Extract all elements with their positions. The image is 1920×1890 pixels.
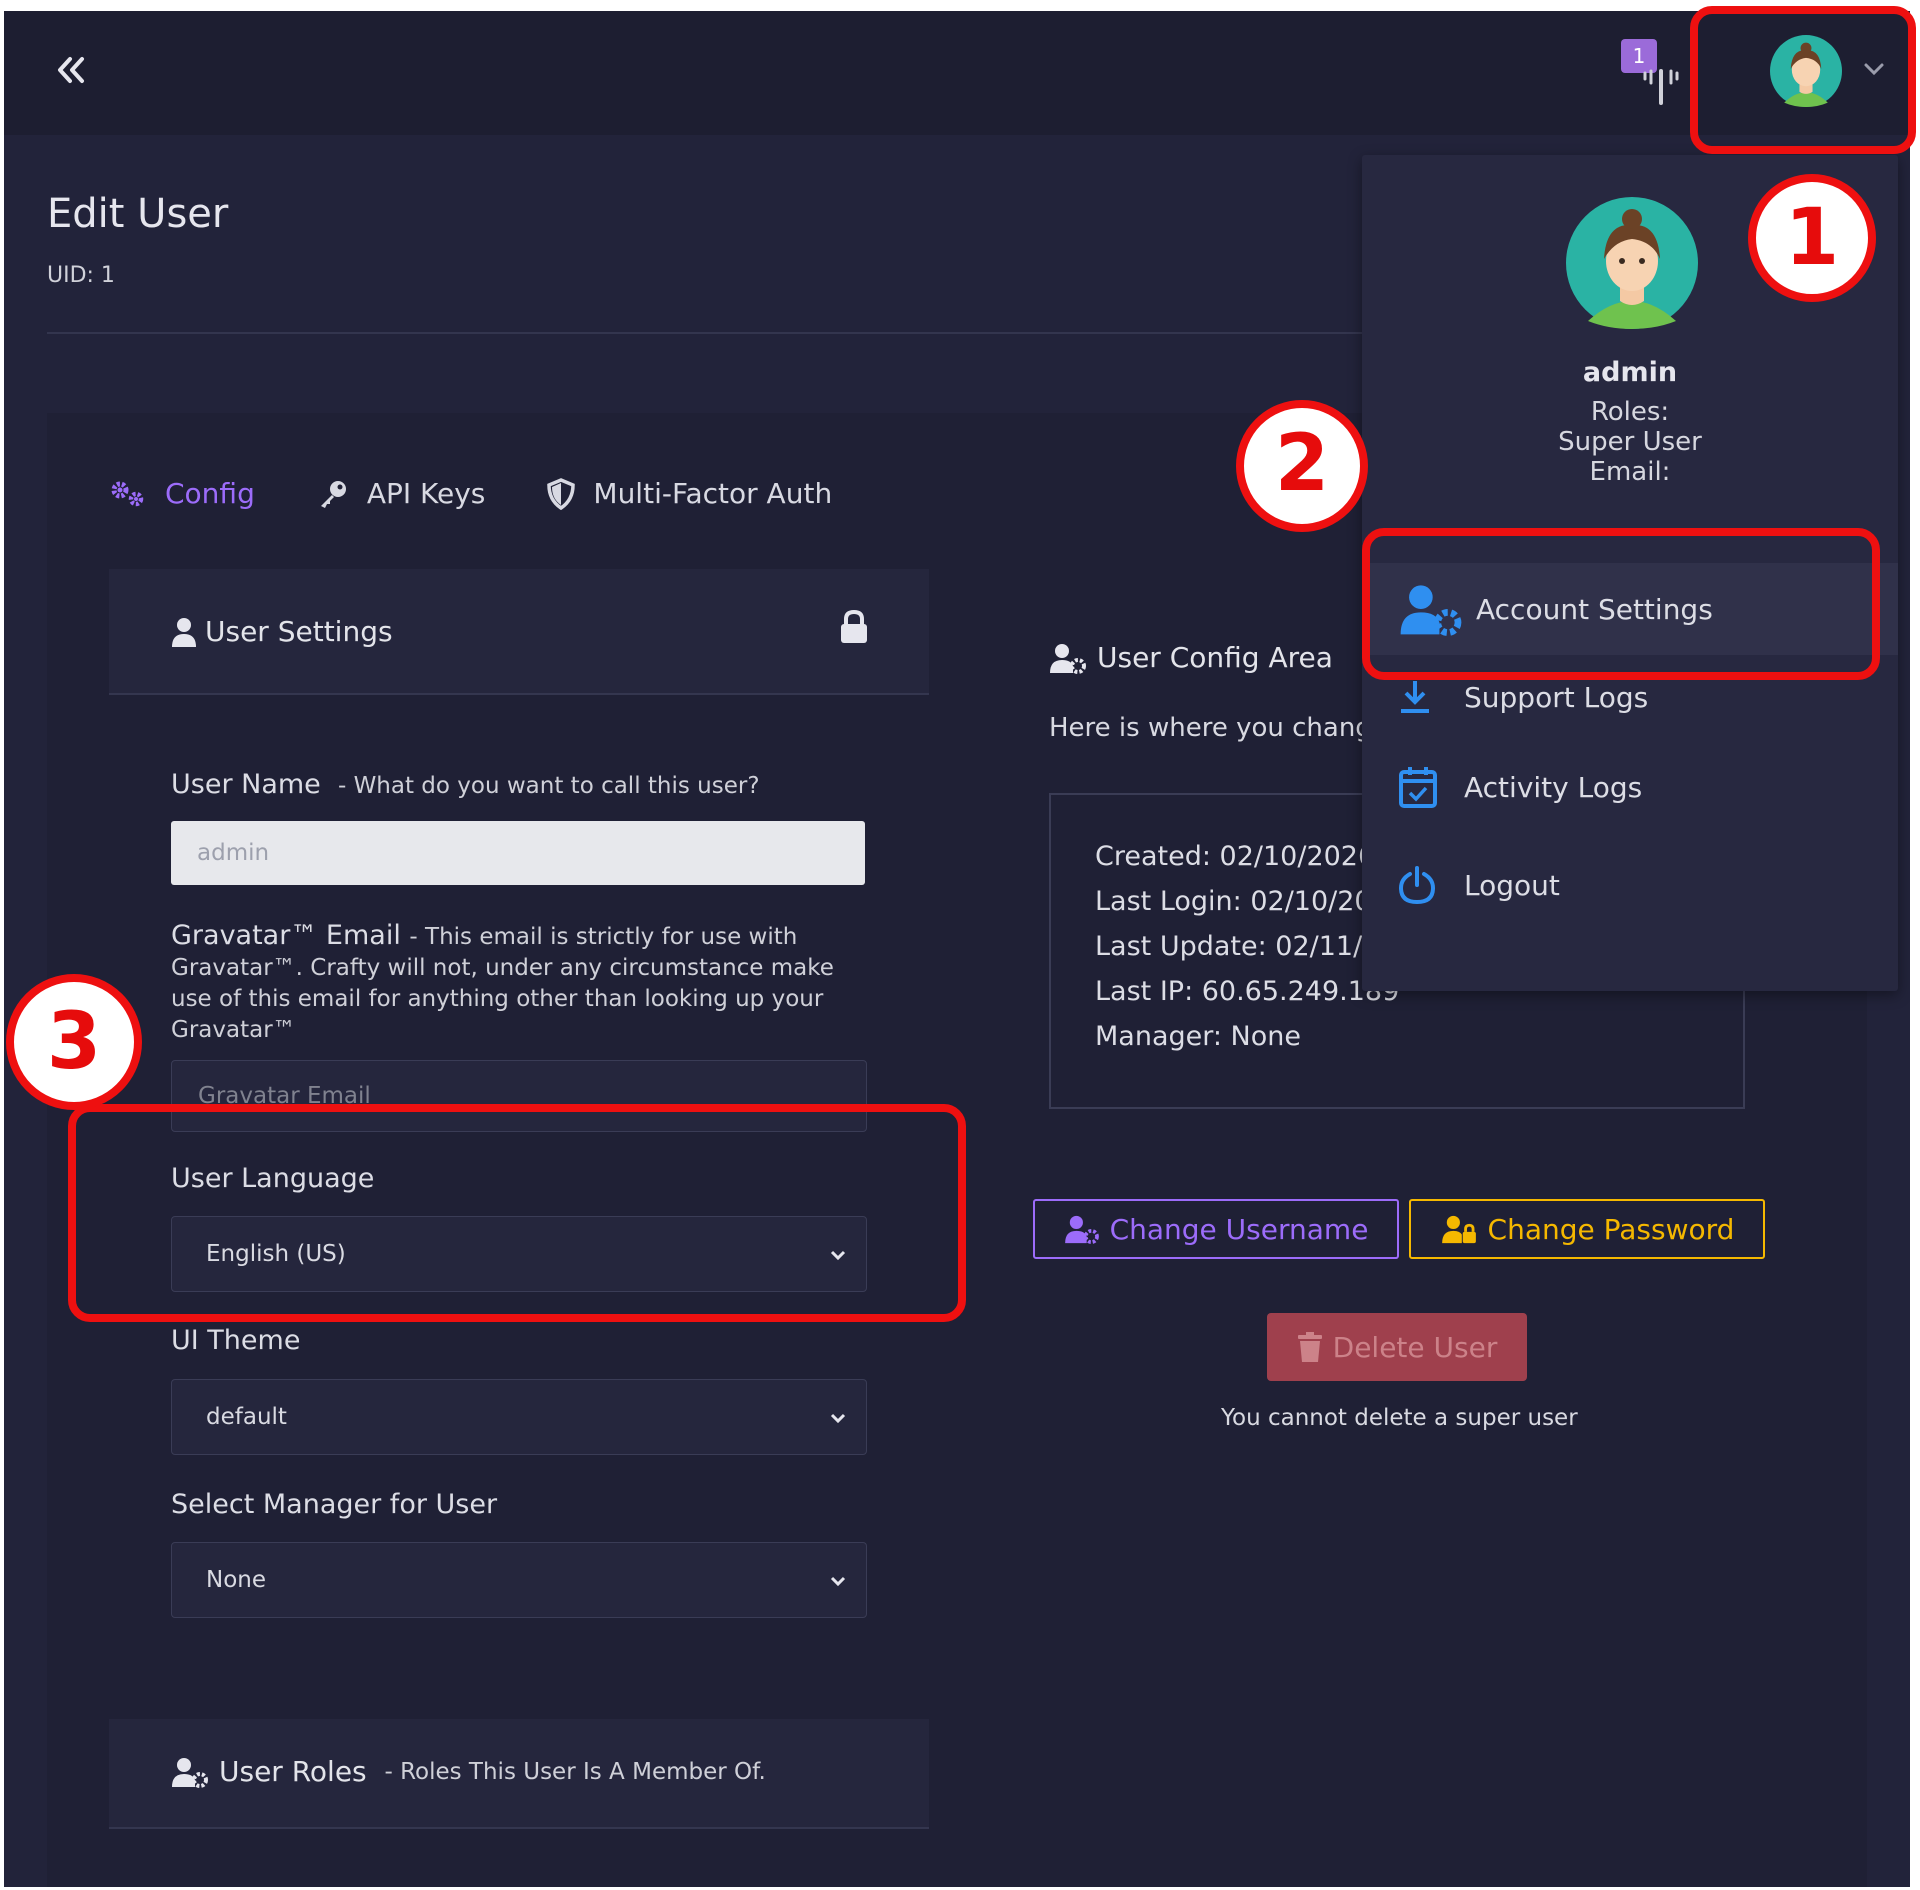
tab-multi-factor-auth-label: Multi-Factor Auth <box>593 477 833 510</box>
app-window: 1 Edit User UID: 1 Config API Keys Multi… <box>4 11 1910 1887</box>
user-lock-icon <box>1441 1215 1476 1244</box>
dropdown-role: Super User <box>1558 427 1702 457</box>
gears-icon <box>111 481 144 506</box>
account-menu-toggle[interactable] <box>1860 55 1888 83</box>
annotation-number-1: 1 <box>1748 174 1876 302</box>
chevron-down-icon <box>830 1250 846 1261</box>
username-label-row: User Name - What do you want to call thi… <box>171 769 760 800</box>
delete-user-button[interactable]: Delete User <box>1267 1313 1527 1381</box>
created-date: Created: 02/10/2026 <box>1095 841 1376 872</box>
activity-logs-label: Activity Logs <box>1464 770 1643 804</box>
username-help: - What do you want to call this user? <box>337 773 760 799</box>
change-username-button[interactable]: Change Username <box>1033 1199 1399 1259</box>
user-settings-card-header: User Settings <box>109 569 929 695</box>
user-config-title-row: User Config Area <box>1049 641 1333 674</box>
dropdown-username: admin <box>1582 357 1678 388</box>
user-gear-icon <box>1400 585 1462 636</box>
username-label: User Name <box>171 769 321 800</box>
user-icon <box>172 617 196 647</box>
last-update: Last Update: 02/11/2 <box>1095 931 1380 962</box>
dropdown-email-label: Email: <box>1589 457 1671 487</box>
manager-select[interactable]: None <box>171 1542 867 1618</box>
shield-icon <box>547 477 576 510</box>
support-logs-menu-item[interactable]: Support Logs <box>1362 657 1898 737</box>
annotation-number-3: 3 <box>6 974 142 1110</box>
collapse-sidebar-button[interactable] <box>54 53 88 94</box>
theme-label: UI Theme <box>171 1325 301 1356</box>
gravatar-email-input[interactable]: Gravatar Email <box>171 1060 867 1132</box>
user-roles-help: - Roles This User Is A Member Of. <box>384 1758 766 1785</box>
gravatar-label: Gravatar™ Email <box>171 920 401 951</box>
manager-info: Manager: None <box>1095 1021 1301 1052</box>
chevron-down-icon <box>830 1576 846 1587</box>
change-password-label: Change Password <box>1487 1212 1735 1246</box>
delete-user-note: You cannot delete a super user <box>1221 1405 1578 1431</box>
change-password-button[interactable]: Change Password <box>1409 1199 1765 1259</box>
last-ip: Last IP: 60.65.249.189 <box>1095 976 1400 1007</box>
avatar-icon <box>1770 35 1842 107</box>
trash-icon <box>1297 1332 1322 1362</box>
account-settings-menu-item[interactable]: Account Settings <box>1362 563 1898 655</box>
account-settings-label: Account Settings <box>1476 592 1713 626</box>
user-roles-title-row: User Roles - Roles This User Is A Member… <box>171 1755 766 1788</box>
top-navbar: 1 <box>4 11 1910 135</box>
user-uid: UID: 1 <box>47 263 115 288</box>
download-icon <box>1401 681 1429 713</box>
gravatar-label-row: Gravatar™ Email - This email is strictly… <box>171 921 871 1045</box>
delete-user-label: Delete User <box>1332 1330 1498 1364</box>
user-avatar-button[interactable] <box>1770 35 1842 107</box>
support-logs-label: Support Logs <box>1464 680 1649 714</box>
user-gear-icon <box>1064 1215 1099 1244</box>
theme-select-value: default <box>206 1404 287 1430</box>
tab-config[interactable]: Config <box>109 477 255 510</box>
username-input[interactable]: admin <box>171 821 865 885</box>
user-roles-card-header: User Roles - Roles This User Is A Member… <box>109 1719 929 1829</box>
language-label: User Language <box>171 1163 375 1194</box>
change-username-label: Change Username <box>1109 1212 1369 1246</box>
page-title: Edit User <box>47 191 229 237</box>
activity-logs-menu-item[interactable]: Activity Logs <box>1362 747 1898 827</box>
double-chevron-left-icon <box>58 57 84 83</box>
tab-multi-factor-auth[interactable]: Multi-Factor Auth <box>547 477 832 510</box>
user-settings-title: User Settings <box>205 615 393 648</box>
language-select[interactable]: English (US) <box>171 1216 867 1292</box>
dropdown-roles-label: Roles: <box>1590 397 1670 427</box>
chevron-down-icon <box>830 1413 846 1424</box>
tab-config-label: Config <box>165 477 255 510</box>
manager-label: Select Manager for User <box>171 1489 498 1520</box>
theme-select[interactable]: default <box>171 1379 867 1455</box>
power-icon <box>1398 866 1436 905</box>
logout-menu-item[interactable]: Logout <box>1362 845 1898 925</box>
annotation-number-2: 2 <box>1236 400 1368 532</box>
user-settings-title-row: User Settings <box>171 615 393 648</box>
manager-select-value: None <box>206 1567 267 1593</box>
tab-bar: Config API Keys Multi-Factor Auth <box>109 477 894 510</box>
lock-icon[interactable] <box>839 609 869 645</box>
user-roles-title: User Roles <box>219 1755 367 1788</box>
antenna-icon <box>1643 69 1679 105</box>
user-gear-icon <box>1050 643 1086 674</box>
logout-label: Logout <box>1464 868 1560 902</box>
language-select-value: English (US) <box>206 1241 346 1267</box>
calendar-check-icon <box>1399 767 1437 808</box>
avatar-icon <box>1566 197 1698 329</box>
notifications-button[interactable]: 1 <box>1621 39 1681 105</box>
user-config-title: User Config Area <box>1097 641 1333 674</box>
key-icon <box>320 480 346 508</box>
last-login: Last Login: 02/10/2026 <box>1095 886 1406 917</box>
tab-api-keys-label: API Keys <box>366 477 486 510</box>
users-gear-icon <box>172 1757 208 1788</box>
user-config-description: Here is where you chang <box>1049 713 1372 743</box>
chevron-down-icon <box>1864 63 1884 76</box>
tab-api-keys[interactable]: API Keys <box>317 477 486 510</box>
